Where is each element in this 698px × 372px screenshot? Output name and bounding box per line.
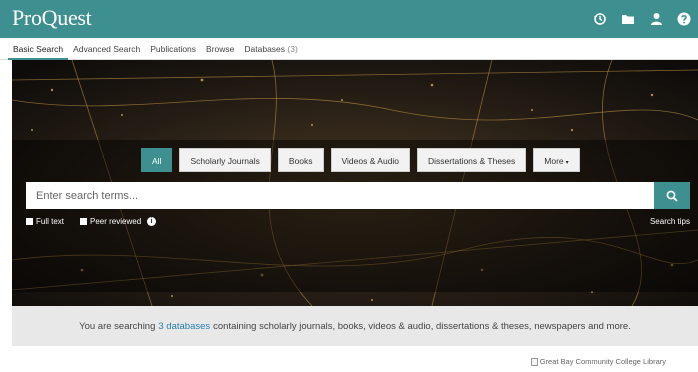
- checkbox-box: [80, 217, 88, 225]
- filter-videos-audio[interactable]: Videos & Audio: [330, 148, 411, 172]
- info-suffix: containing scholarly journals, books, vi…: [213, 320, 631, 332]
- content-type-filters: All Scholarly Journals Books Videos & Au…: [141, 148, 580, 172]
- databases-count: (3): [287, 43, 298, 54]
- user-icon[interactable]: [648, 11, 664, 27]
- full-text-checkbox[interactable]: Full text: [26, 217, 64, 226]
- library-alt-text: Great Bay Community College Library: [539, 357, 666, 366]
- filter-books[interactable]: Books: [277, 148, 324, 172]
- info-icon[interactable]: i: [147, 216, 157, 226]
- top-bar: ProQuest: [0, 0, 698, 38]
- search-hero: All Scholarly Journals Books Videos & Au…: [12, 60, 698, 306]
- peer-reviewed-label: Peer reviewed: [90, 216, 142, 226]
- folder-icon[interactable]: [620, 11, 636, 27]
- full-text-label: Full text: [36, 216, 65, 226]
- search-input[interactable]: [26, 182, 654, 209]
- search-button[interactable]: [654, 182, 690, 209]
- caret-down-icon: ▾: [565, 160, 569, 166]
- filter-dissertations-theses[interactable]: Dissertations & Theses: [417, 148, 527, 172]
- filter-scholarly-journals[interactable]: Scholarly Journals: [179, 148, 271, 172]
- nav-tabs: Basic Search Advanced Search Publication…: [0, 38, 698, 60]
- help-icon[interactable]: [676, 11, 692, 27]
- history-icon[interactable]: [592, 11, 608, 27]
- proquest-logo[interactable]: ProQuest: [12, 5, 92, 31]
- tab-basic-search[interactable]: Basic Search: [8, 38, 69, 60]
- search-icon: [666, 190, 678, 202]
- info-prefix: You are searching: [79, 320, 156, 332]
- tab-browse[interactable]: Browse: [201, 38, 239, 60]
- tab-databases[interactable]: Databases (3): [239, 38, 302, 60]
- broken-image-icon: [530, 357, 538, 366]
- library-logo-link[interactable]: Great Bay Community College Library: [530, 357, 666, 366]
- filter-more-dropdown[interactable]: More ▾: [533, 148, 580, 172]
- tab-databases-label: Databases: [244, 43, 286, 54]
- databases-link[interactable]: 3 databases: [158, 321, 210, 332]
- tab-publications[interactable]: Publications: [145, 38, 201, 60]
- filter-all[interactable]: All: [141, 148, 173, 172]
- tab-advanced-search[interactable]: Advanced Search: [68, 38, 145, 60]
- checkbox-box: [26, 217, 33, 225]
- filter-more-label: More: [544, 156, 564, 166]
- top-icons: [592, 0, 692, 38]
- search-bar: [26, 182, 690, 209]
- search-tips-link[interactable]: Search tips: [650, 217, 690, 226]
- search-options: Full text Peer reviewed i Search tips: [26, 214, 690, 228]
- peer-reviewed-checkbox[interactable]: Peer reviewed i: [80, 216, 157, 226]
- database-info-banner: You are searching 3 databases containing…: [12, 306, 698, 346]
